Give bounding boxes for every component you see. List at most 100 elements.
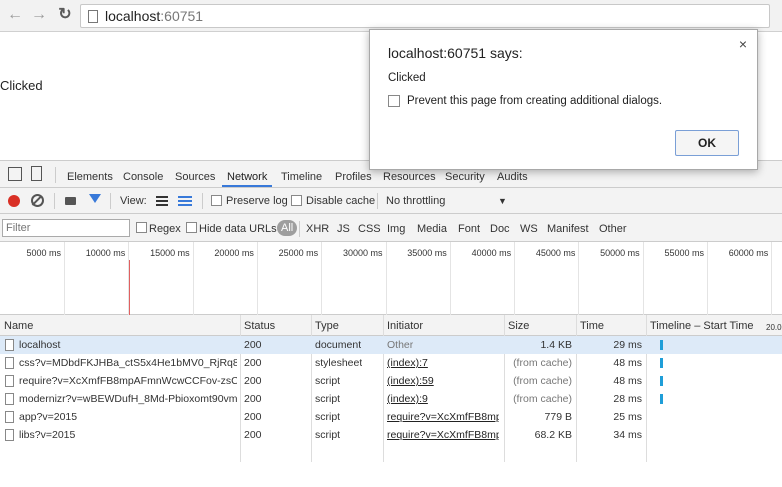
- table-row[interactable]: libs?v=2015 200 script require?v=XcXmfFB…: [0, 426, 782, 444]
- overview-gridline: [707, 242, 708, 315]
- page-content-text: Clicked: [0, 78, 43, 93]
- tab-sources[interactable]: Sources: [175, 171, 215, 183]
- overview-tick-label: 45000 ms: [535, 248, 576, 258]
- separator: [54, 193, 55, 209]
- document-icon: [5, 411, 14, 423]
- request-name[interactable]: app?v=2015: [19, 411, 237, 423]
- filter-type-doc[interactable]: Doc: [490, 223, 510, 235]
- camera-icon[interactable]: [65, 197, 76, 205]
- request-initiator[interactable]: require?v=XcXmfFB8mp...: [387, 429, 499, 441]
- overview-gridline: [578, 242, 580, 315]
- overview-tick-label: 35000 ms: [407, 248, 447, 258]
- table-row[interactable]: app?v=2015 200 script require?v=XcXmfFB8…: [0, 408, 782, 426]
- reload-icon[interactable]: ↻: [56, 6, 74, 24]
- table-row[interactable]: require?v=XcXmfFB8mpAFmnWcwCCFov-zsCpb9.…: [0, 372, 782, 390]
- back-arrow-icon[interactable]: ←: [6, 6, 24, 24]
- request-initiator[interactable]: require?v=XcXmfFB8mp...: [387, 411, 499, 423]
- request-initiator[interactable]: (index):9: [387, 393, 428, 405]
- column-header-initiator[interactable]: Initiator: [387, 320, 423, 332]
- tab-audits[interactable]: Audits: [497, 171, 528, 183]
- view-label: View:: [120, 195, 147, 207]
- tab-profiles[interactable]: Profiles: [335, 171, 372, 183]
- table-row[interactable]: css?v=MDbdFKJHBa_ctS5x4He1bMV0_RjRq8jpcl…: [0, 354, 782, 372]
- preserve-log-label: Preserve log: [226, 195, 288, 207]
- column-header-size[interactable]: Size: [508, 320, 529, 332]
- throttling-select[interactable]: No throttling: [386, 195, 445, 207]
- tab-timeline[interactable]: Timeline: [281, 171, 322, 183]
- request-type: script: [315, 429, 341, 441]
- close-icon[interactable]: ×: [739, 36, 747, 52]
- overview-gridline: [128, 242, 130, 315]
- forward-arrow-icon[interactable]: →: [30, 6, 48, 24]
- column-header-timeline[interactable]: Timeline – Start Time: [650, 320, 754, 332]
- filter-type-js[interactable]: JS: [337, 223, 350, 235]
- request-initiator[interactable]: (index):7: [387, 357, 428, 369]
- filter-type-all[interactable]: All: [277, 220, 298, 236]
- overview-gridline: [449, 242, 451, 315]
- filter-icon[interactable]: [89, 194, 101, 203]
- disable-cache-checkbox[interactable]: [291, 195, 302, 206]
- prevent-dialogs-label[interactable]: Prevent this page from creating addition…: [407, 95, 662, 107]
- network-overview[interactable]: 5000 ms 10000 ms 15000 ms 20000 ms 25000 ms 3…: [0, 242, 782, 315]
- large-rows-icon[interactable]: [156, 196, 168, 206]
- device-mode-icon[interactable]: [31, 166, 42, 181]
- separator: [202, 193, 203, 209]
- record-icon[interactable]: [8, 195, 20, 207]
- column-header-name[interactable]: Name: [4, 320, 33, 332]
- tab-resources[interactable]: Resources: [383, 171, 436, 183]
- request-time: 34 ms: [613, 429, 642, 441]
- document-icon: [5, 357, 14, 369]
- document-icon: [5, 339, 14, 351]
- tab-console[interactable]: Console: [123, 171, 163, 183]
- request-name[interactable]: css?v=MDbdFKJHBa_ctS5x4He1bMV0_RjRq8jpcl…: [19, 357, 237, 369]
- overview-gridline: [256, 242, 258, 315]
- filter-type-manifest[interactable]: Manifest: [547, 223, 589, 235]
- hide-data-urls-checkbox[interactable]: [186, 222, 197, 233]
- devtools-panel: Elements Console Sources Network Timelin…: [0, 160, 782, 487]
- filter-type-img[interactable]: Img: [387, 223, 405, 235]
- tab-security[interactable]: Security: [445, 171, 485, 183]
- filter-type-xhr[interactable]: XHR: [306, 223, 329, 235]
- filter-type-css[interactable]: CSS: [358, 223, 381, 235]
- overview-tick-label: 25000 ms: [278, 248, 319, 258]
- inspect-element-icon[interactable]: [8, 167, 22, 181]
- prevent-dialogs-checkbox[interactable]: [388, 95, 400, 107]
- request-initiator[interactable]: (index):59: [387, 375, 434, 387]
- chevron-down-icon[interactable]: ▼: [498, 196, 507, 206]
- request-size: 1.4 KB: [540, 339, 572, 351]
- filter-input[interactable]: [2, 219, 130, 237]
- column-header-type[interactable]: Type: [315, 320, 339, 332]
- separator: [110, 193, 111, 209]
- filter-type-other[interactable]: Other: [599, 223, 627, 235]
- request-name[interactable]: localhost: [19, 339, 237, 351]
- request-size: (from cache): [513, 357, 572, 369]
- tab-elements[interactable]: Elements: [67, 171, 113, 183]
- waterfall-bar: [660, 394, 663, 404]
- ok-button[interactable]: OK: [675, 130, 739, 156]
- request-status: 200: [244, 429, 262, 441]
- url-text[interactable]: localhost:60751: [105, 8, 203, 24]
- request-name[interactable]: libs?v=2015: [19, 429, 237, 441]
- hide-data-urls-label: Hide data URLs: [199, 223, 277, 235]
- filter-type-ws[interactable]: WS: [520, 223, 538, 235]
- table-row[interactable]: localhost 200 document Other 1.4 KB 29 m…: [0, 336, 782, 354]
- request-size: 68.2 KB: [534, 429, 572, 441]
- request-name[interactable]: require?v=XcXmfFB8mpAFmnWcwCCFov-zsCpb9.…: [19, 375, 237, 387]
- address-bar[interactable]: localhost:60751: [80, 4, 770, 28]
- preserve-log-checkbox[interactable]: [211, 195, 222, 206]
- request-name[interactable]: modernizr?v=wBEWDufH_8Md-Pbioxomt90vm6t.…: [19, 393, 237, 405]
- filter-type-font[interactable]: Font: [458, 223, 480, 235]
- column-header-status[interactable]: Status: [244, 320, 275, 332]
- overview-icon[interactable]: [178, 196, 192, 206]
- tab-network[interactable]: Network: [227, 171, 267, 183]
- clear-icon[interactable]: [31, 194, 44, 207]
- url-host: localhost: [105, 8, 161, 24]
- column-header-time[interactable]: Time: [580, 320, 604, 332]
- request-time: 25 ms: [613, 411, 642, 423]
- table-row[interactable]: modernizr?v=wBEWDufH_8Md-Pbioxomt90vm6t.…: [0, 390, 782, 408]
- dialog-title: localhost:60751 says:: [388, 45, 523, 61]
- overview-gridline: [642, 242, 644, 315]
- filter-type-media[interactable]: Media: [417, 223, 447, 235]
- waterfall-bar: [660, 358, 663, 368]
- regex-checkbox[interactable]: [136, 222, 147, 233]
